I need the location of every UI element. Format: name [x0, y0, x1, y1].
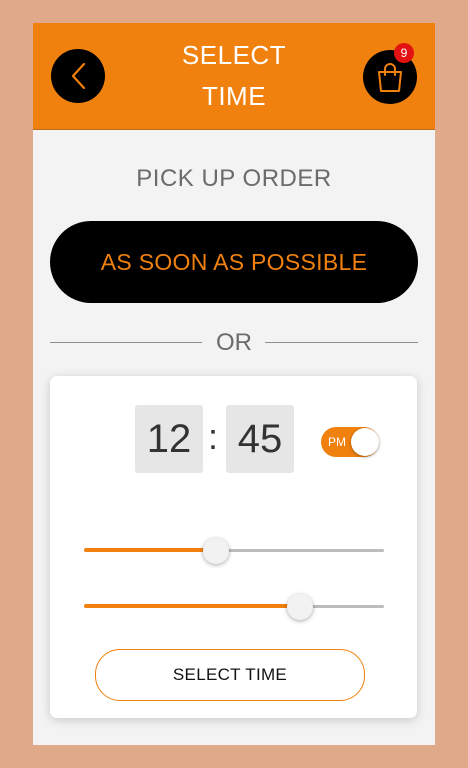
- minute-slider[interactable]: [84, 592, 384, 622]
- toggle-knob: [351, 428, 379, 456]
- hour-display[interactable]: 12: [135, 405, 203, 473]
- shopping-bag-icon: [378, 63, 402, 92]
- time-picker-card: 12 : 45 PM SELECT TIME: [50, 376, 417, 718]
- page-title: SELECT TIME: [143, 35, 325, 117]
- or-label: OR: [216, 329, 252, 356]
- phone-screen: SELECT TIME 9 PICK UP ORDER AS SOON AS P…: [33, 23, 435, 745]
- time-separator: :: [208, 416, 219, 457]
- hour-slider[interactable]: [84, 536, 384, 566]
- chevron-left-icon: [71, 62, 86, 90]
- slider-fill: [84, 548, 216, 552]
- divider-line-right: [265, 342, 418, 343]
- slider-thumb[interactable]: [287, 594, 313, 620]
- pickup-heading: PICK UP ORDER: [136, 165, 332, 192]
- header-bar: SELECT TIME 9: [33, 23, 435, 130]
- slider-thumb[interactable]: [203, 538, 229, 564]
- minute-display[interactable]: 45: [226, 405, 294, 473]
- back-button[interactable]: [51, 49, 105, 103]
- cart-count-badge: 9: [394, 43, 414, 63]
- page-title-line1: SELECT: [181, 40, 287, 70]
- slider-fill: [84, 604, 300, 608]
- or-divider: OR: [50, 327, 418, 357]
- asap-button[interactable]: AS SOON AS POSSIBLE: [50, 221, 418, 303]
- page-title-line2: TIME: [201, 81, 267, 111]
- ampm-label: PM: [328, 435, 346, 449]
- select-time-button[interactable]: SELECT TIME: [95, 649, 365, 701]
- ampm-toggle[interactable]: PM: [321, 427, 379, 457]
